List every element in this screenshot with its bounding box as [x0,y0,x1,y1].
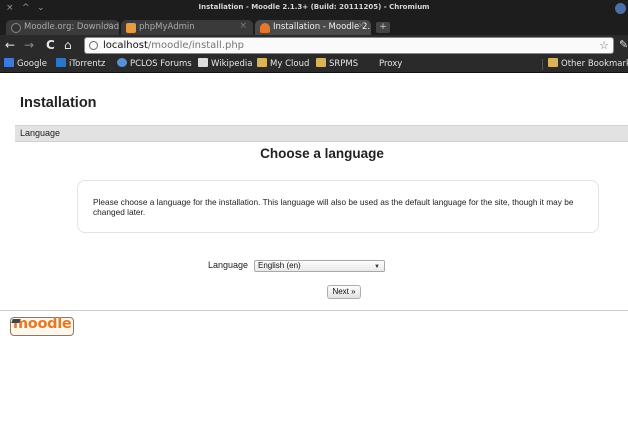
dropdown-arrow-icon: ▼ [374,264,380,270]
back-icon[interactable]: ← [5,38,15,52]
tab-installation[interactable]: Installation - Moodle 2.1 × [255,20,371,35]
new-tab-button[interactable]: + [376,22,390,33]
section-bar: Language [15,125,628,142]
pclos-icon [117,58,127,67]
wrench-menu-icon[interactable]: ✎ [619,38,628,51]
tab-close-icon[interactable]: × [357,21,365,31]
bookmark-wikipedia[interactable]: Wikipedia [198,58,252,70]
torrentz-icon [56,58,66,67]
footer-divider [0,310,628,311]
bookmark-label: Google [17,59,47,69]
tab-close-icon[interactable]: × [239,21,247,31]
bookmark-itorrentz[interactable]: iTorrentz [56,58,105,70]
url-path: /moodle/install.php [147,40,245,51]
bookmark-label: My Cloud [270,59,310,69]
bookmark-label: Wikipedia [211,59,253,69]
bookmark-label: PCLOS Forums [130,59,192,69]
home-icon[interactable]: ⌂ [64,38,72,52]
tab-label: phpMyAdmin [139,22,195,32]
bookmark-my-cloud[interactable]: My Cloud [257,58,309,70]
other-bookmarks[interactable]: Other Bookmarks [548,58,628,70]
loading-icon [11,23,21,33]
window-titlebar: × ^ ⌄ Installation - Moodle 2.1.3+ (Buil… [0,0,628,18]
reload-icon[interactable]: C [46,38,55,52]
bookmarks-divider [542,59,543,70]
address-bar[interactable]: localhost/moodle/install.php ☆ [84,37,614,54]
bookmark-google[interactable]: Google [4,58,47,70]
bookmark-label: Proxy [379,59,403,69]
chromium-icon [615,3,626,14]
page-heading: Installation [20,95,97,111]
choose-language-title: Choose a language [260,146,384,161]
language-selected-value: English (en) [258,261,301,270]
bookmarks-bar: Google iTorrentz PCLOS Forums Wikipedia … [0,56,628,73]
moodle-logo[interactable]: moodle [10,316,74,336]
forward-icon[interactable]: → [24,38,34,52]
other-bookmarks-label: Other Bookmarks [561,59,628,69]
bookmark-label: iTorrentz [69,59,106,69]
bookmark-srpms[interactable]: SRPMS [316,58,358,70]
tab-close-icon[interactable]: × [105,21,113,31]
bookmark-label: SRPMS [329,59,359,69]
browser-toolbar: ← → C ⌂ localhost/moodle/install.php ☆ ✎ [0,35,628,56]
moodle-favicon-icon [260,23,270,33]
bookmark-pclos-forums[interactable]: PCLOS Forums [117,58,192,70]
wikipedia-icon [198,58,208,67]
language-label: Language [208,260,249,270]
folder-icon [316,58,326,67]
bookmark-star-icon[interactable]: ☆ [599,38,609,53]
page-info-icon [89,41,98,50]
google-icon [4,58,14,67]
tab-strip: Moodle.org: Download × phpMyAdmin × Inst… [0,18,628,35]
page-content: Installation Language Choose a language … [0,74,628,431]
bookmark-proxy[interactable]: Proxy [379,58,402,70]
info-text: Please choose a language for the install… [93,197,574,217]
language-select[interactable]: English (en) ▼ [254,260,385,272]
folder-icon [257,58,267,67]
window-title: Installation - Moodle 2.1.3+ (Build: 201… [198,3,430,11]
logo-text: moodle [13,316,72,332]
url-host: localhost [103,40,148,51]
info-box: Please choose a language for the install… [77,180,599,233]
graduation-cap-icon [11,319,21,323]
tab-moodle-download[interactable]: Moodle.org: Download × [6,20,119,35]
folder-icon [548,58,558,67]
tab-label: Installation - Moodle 2.1 [273,22,371,32]
phpmyadmin-icon [126,23,136,33]
next-button[interactable]: Next » [327,285,361,299]
tab-phpmyadmin[interactable]: phpMyAdmin × [121,20,253,35]
